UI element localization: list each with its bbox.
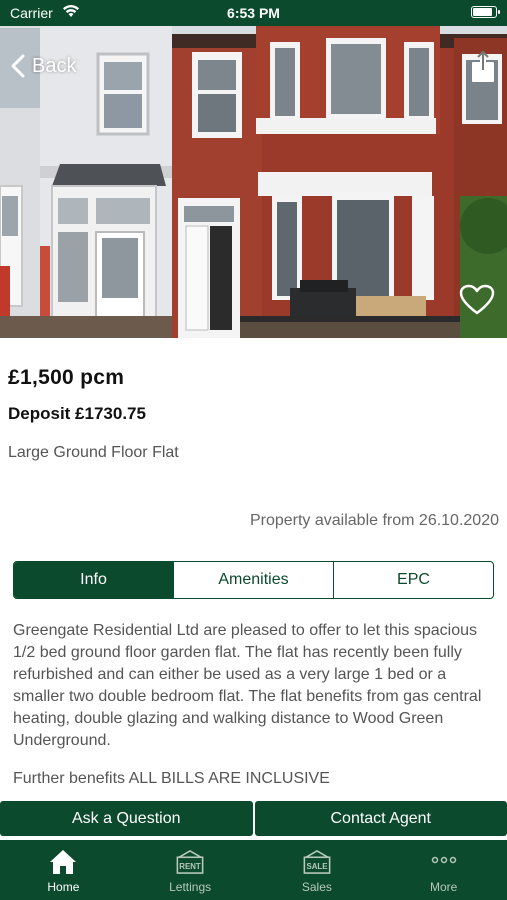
tab-bar-sales-label: Sales xyxy=(301,880,332,894)
property-photo[interactable]: Back xyxy=(0,26,507,338)
heart-outline-icon xyxy=(459,284,495,315)
tab-bar-lettings-label: Lettings xyxy=(169,880,212,894)
tab-bar-more[interactable]: More xyxy=(380,840,507,900)
status-bar: Carrier 6:53 PM xyxy=(0,0,507,26)
tab-bar-lettings[interactable]: RENT Lettings xyxy=(127,840,254,900)
rent-sign-text: RENT xyxy=(179,862,201,871)
property-description: Greengate Residential Ltd are pleased to… xyxy=(13,620,497,806)
battery-icon xyxy=(471,6,500,18)
bottom-tab-bar: Home RENT Lettings SALE Sales More xyxy=(0,840,507,900)
tab-amenities[interactable]: Amenities xyxy=(173,562,333,598)
tab-epc[interactable]: EPC xyxy=(333,562,493,598)
chevron-left-icon xyxy=(11,54,25,78)
ask-question-button[interactable]: Ask a Question xyxy=(0,801,253,836)
description-paragraph: Greengate Residential Ltd are pleased to… xyxy=(13,622,482,749)
favourite-button[interactable] xyxy=(459,284,495,316)
share-button[interactable] xyxy=(469,50,497,84)
tab-bar-home[interactable]: Home xyxy=(0,840,127,900)
description-paragraph: Further benefits ALL BILLS ARE INCLUSIVE xyxy=(13,770,330,787)
share-icon xyxy=(472,50,494,82)
price: £1,500 pcm xyxy=(8,366,125,389)
sale-sign-text: SALE xyxy=(306,862,327,871)
segmented-tabs: Info Amenities EPC xyxy=(13,561,494,599)
tab-bar-more-label: More xyxy=(429,880,458,894)
back-label: Back xyxy=(32,54,77,77)
clock: 6:53 PM xyxy=(227,5,280,21)
back-button[interactable]: Back xyxy=(10,54,76,78)
deposit: Deposit £1730.75 xyxy=(8,404,146,423)
tab-bar-home-label: Home xyxy=(47,880,80,894)
action-bar: Ask a Question Contact Agent xyxy=(0,801,507,836)
rent-sign-icon: RENT xyxy=(176,850,204,874)
sale-sign-icon: SALE xyxy=(303,850,331,874)
home-icon xyxy=(50,850,77,874)
availability-date: Property available from 26.10.2020 xyxy=(249,512,499,529)
more-dots-icon xyxy=(431,856,456,864)
tab-info[interactable]: Info xyxy=(14,562,173,598)
tab-bar-sales[interactable]: SALE Sales xyxy=(254,840,381,900)
contact-agent-button[interactable]: Contact Agent xyxy=(254,801,507,836)
property-subtitle: Large Ground Floor Flat xyxy=(8,444,179,461)
